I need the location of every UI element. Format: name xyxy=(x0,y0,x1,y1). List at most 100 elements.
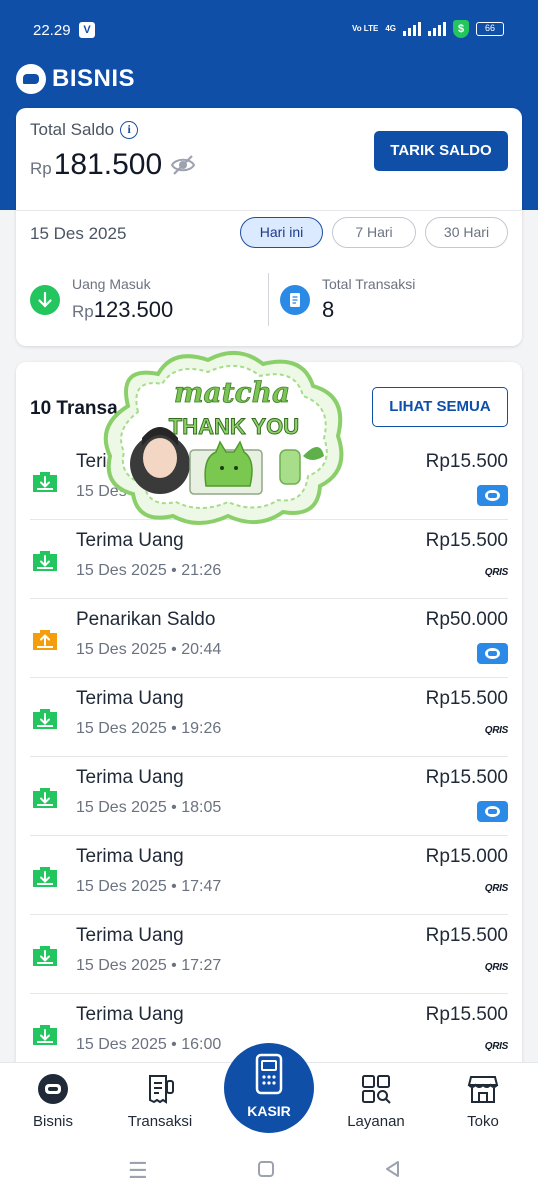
total-tx-stat: Total Transaksi 8 xyxy=(280,273,510,328)
nav-transaksi[interactable]: Transaksi xyxy=(115,1073,205,1130)
nav-layanan-label: Layanan xyxy=(347,1113,405,1130)
brand-logo-icon xyxy=(16,64,46,94)
summary-date: 15 Des 2025 xyxy=(30,224,127,243)
nav-transaksi-label: Transaksi xyxy=(127,1113,193,1130)
transaction-title: Terima Uang xyxy=(76,1004,184,1025)
money-in-icon xyxy=(32,787,58,809)
nav-layanan[interactable]: Layanan xyxy=(331,1073,421,1130)
filter-7-days[interactable]: 7 Hari xyxy=(332,217,416,248)
transaction-datetime: 15 Des 2025 • 17:47 xyxy=(76,878,222,895)
back-icon[interactable] xyxy=(384,1160,402,1183)
bisnis-payment-icon xyxy=(477,801,508,822)
document-icon xyxy=(280,285,310,315)
incoming-value: Rp123.500 xyxy=(72,297,174,322)
transaction-datetime: 15 Des 2025 • 19:26 xyxy=(76,720,222,737)
transaction-amount: Rp15.500 xyxy=(425,688,508,709)
arrow-down-icon xyxy=(30,285,60,315)
transaction-datetime: 15 Des 2025 • 16:00 xyxy=(76,1036,222,1053)
security-shield-icon: $ xyxy=(453,20,469,38)
filter-30-days[interactable]: 30 Hari xyxy=(425,217,508,248)
volte-icon: Vo LTE xyxy=(351,24,379,33)
transaction-datetime: 15 Des 2025 • 17:27 xyxy=(76,957,222,974)
balance-amount: 181.500 xyxy=(53,148,163,181)
transaction-amount: Rp50.000 xyxy=(425,609,508,630)
kasir-button[interactable]: KASIR xyxy=(224,1043,314,1133)
transaction-row[interactable]: Terima Uang 15 Des 2025 • 18:05 Rp15.500 xyxy=(30,757,508,836)
transaction-amount: Rp15.500 xyxy=(425,925,508,946)
hide-balance-icon[interactable] xyxy=(170,152,196,178)
balance-value: Rp 181.500 xyxy=(30,148,162,182)
withdraw-button[interactable]: TARIK SALDO xyxy=(374,131,508,171)
stats-divider xyxy=(268,273,269,326)
signal-icon xyxy=(403,22,421,36)
nav-toko[interactable]: Toko xyxy=(438,1073,528,1130)
balance-label-row: Total Saldo i xyxy=(30,120,139,140)
transaction-amount: Rp15.500 xyxy=(425,1004,508,1025)
matcha-thank-you-sticker: matcha THANK YOU xyxy=(103,351,344,525)
signal-icon-2 xyxy=(428,22,446,36)
transaction-row[interactable]: Terima Uang 15 Des 2025 • 19:26 Rp15.500 QR… xyxy=(30,678,508,757)
nav-bisnis[interactable]: Bisnis xyxy=(8,1073,98,1130)
balance-card: Total Saldo i Rp 181.500 TARIK SALDO 15 … xyxy=(16,108,522,346)
see-all-button[interactable]: LIHAT SEMUA xyxy=(372,387,508,427)
bisnis-payment-icon xyxy=(477,485,508,506)
status-time: 22.29 xyxy=(33,22,71,39)
kasir-label: KASIR xyxy=(247,1103,291,1119)
transaction-title: Penarikan Saldo xyxy=(76,609,216,630)
grid-search-icon xyxy=(362,1075,391,1104)
qris-logo-icon: QRIS xyxy=(484,567,509,578)
qris-logo-icon: QRIS xyxy=(484,725,509,736)
filter-today[interactable]: Hari ini xyxy=(240,217,323,248)
recent-apps-icon[interactable]: ☰ xyxy=(128,1158,148,1184)
divider xyxy=(16,210,522,211)
money-in-icon xyxy=(32,471,58,493)
receipt-icon xyxy=(149,1075,174,1104)
system-navigation-bar: ☰ xyxy=(0,1148,538,1200)
battery-icon: 66 xyxy=(476,22,504,36)
cashier-terminal-icon xyxy=(255,1053,283,1095)
qris-logo-icon: QRIS xyxy=(484,883,509,894)
store-icon xyxy=(467,1076,499,1103)
brand-header: BISNIS xyxy=(16,64,135,94)
transaction-datetime: 15 Des 2025 • 20:44 xyxy=(76,641,222,658)
sticker-matcha-text: matcha xyxy=(174,376,290,409)
transaction-row[interactable]: Terima Uang 15 Des 2025 • 17:27 Rp15.500 QR… xyxy=(30,915,508,994)
total-tx-label: Total Transaksi xyxy=(322,276,416,292)
qris-logo-icon: QRIS xyxy=(484,962,509,973)
transaction-title: Terima Uang xyxy=(76,767,184,788)
balance-label: Total Saldo xyxy=(30,120,115,139)
transaction-amount: Rp15.000 xyxy=(425,846,508,867)
transaction-amount: Rp15.500 xyxy=(425,530,508,551)
app-notification-icon: V xyxy=(79,22,95,38)
transaction-title: Terima Uang xyxy=(76,846,184,867)
bisnis-icon xyxy=(38,1074,68,1104)
transaction-amount: Rp15.500 xyxy=(425,767,508,788)
transaction-title: Terima Uang xyxy=(76,688,184,709)
money-out-icon xyxy=(32,629,58,651)
money-in-icon xyxy=(32,945,58,967)
qris-logo-icon: QRIS xyxy=(484,1041,509,1052)
money-in-icon xyxy=(32,866,58,888)
transaction-datetime: 15 Des 2025 • 18:05 xyxy=(76,799,222,816)
transaction-row[interactable]: Terima Uang 15 Des 2025 • 17:47 Rp15.000 QR… xyxy=(30,836,508,915)
balance-currency: Rp xyxy=(30,159,52,178)
info-icon[interactable]: i xyxy=(120,121,139,139)
transaction-title: Terima Uang xyxy=(76,530,184,551)
incoming-label: Uang Masuk xyxy=(72,276,151,292)
money-in-icon xyxy=(32,550,58,572)
money-in-icon xyxy=(32,708,58,730)
transaction-datetime: 15 Des 2025 • 21:26 xyxy=(76,562,222,579)
system-icons: Vo LTE 4G $ 66 xyxy=(352,20,504,38)
nav-toko-label: Toko xyxy=(467,1113,499,1130)
money-in-icon xyxy=(32,1024,58,1046)
home-icon[interactable] xyxy=(257,1160,275,1183)
brand-title: BISNIS xyxy=(52,65,136,92)
status-bar: 22.29 V Vo LTE 4G $ 66 xyxy=(0,0,538,62)
transaction-amount: Rp15.500 xyxy=(425,451,508,472)
network-type-icon: 4G xyxy=(385,24,396,33)
bisnis-payment-icon xyxy=(477,643,508,664)
transaction-row[interactable]: Penarikan Saldo 15 Des 2025 • 20:44 Rp50.0… xyxy=(30,599,508,678)
transaction-title: Terima Uang xyxy=(76,925,184,946)
transaction-row[interactable]: Terima Uang 15 Des 2025 • 21:26 Rp15.500 QR… xyxy=(30,520,508,599)
nav-bisnis-label: Bisnis xyxy=(32,1113,73,1130)
